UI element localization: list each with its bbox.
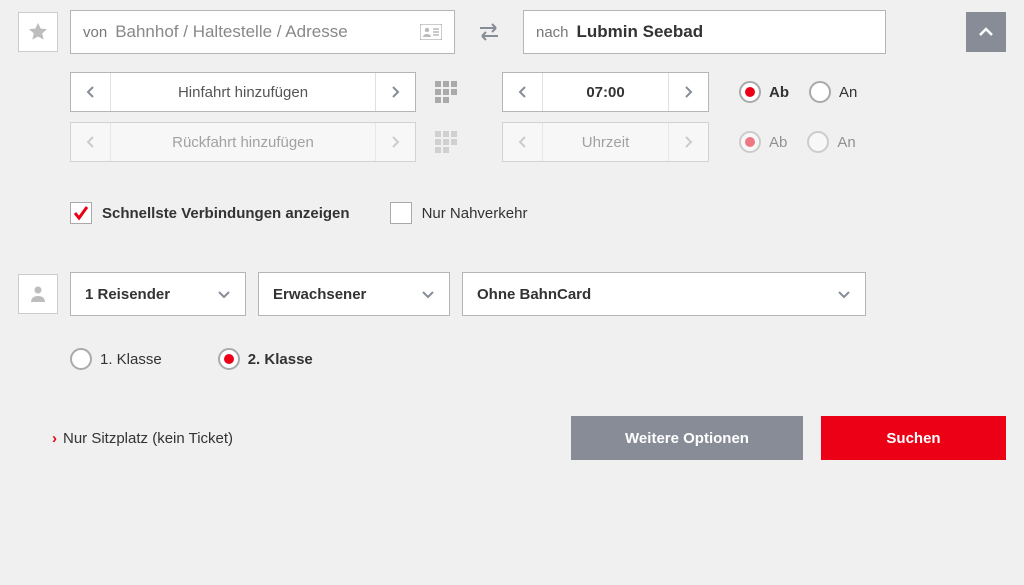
return-depart-arrive: Ab An	[739, 131, 856, 153]
chevron-right-icon	[391, 135, 400, 149]
return-time-stepper: Uhrzeit	[502, 122, 709, 162]
an-label: An	[837, 134, 855, 151]
chevron-right-icon	[391, 85, 400, 99]
more-options-button[interactable]: Weitere Optionen	[571, 416, 803, 460]
outbound-date-prev[interactable]	[71, 73, 111, 111]
traveler-count-select[interactable]: 1 Reisender	[70, 272, 246, 316]
chevron-right-icon	[684, 85, 693, 99]
from-placeholder: Bahnhof / Haltestelle / Adresse	[115, 22, 347, 42]
more-options-label: Weitere Optionen	[625, 430, 749, 447]
first-class-label: 1. Klasse	[100, 351, 162, 368]
chevron-left-icon	[86, 85, 95, 99]
search-button[interactable]: Suchen	[821, 416, 1006, 460]
return-time-prev	[503, 123, 543, 161]
traveler-count-label: 1 Reisender	[85, 286, 170, 303]
star-icon	[27, 21, 49, 43]
radio-icon	[739, 131, 761, 153]
chevron-left-icon	[518, 85, 527, 99]
an-label: An	[839, 84, 857, 101]
chevron-right-icon	[684, 135, 693, 149]
outbound-time-stepper[interactable]: 07:00	[502, 72, 709, 112]
outbound-time: 07:00	[543, 73, 668, 111]
local-label: Nur Nahverkehr	[422, 205, 528, 222]
outbound-date-label: Hinfahrt hinzufügen	[111, 73, 375, 111]
radio-icon	[218, 348, 240, 370]
fastest-checkbox[interactable]: Schnellste Verbindungen anzeigen	[70, 202, 350, 224]
swap-icon	[476, 21, 502, 43]
radio-icon	[70, 348, 92, 370]
second-class-label: 2. Klasse	[248, 351, 313, 368]
local-checkbox[interactable]: Nur Nahverkehr	[390, 202, 528, 224]
return-time-placeholder: Uhrzeit	[543, 123, 668, 161]
seat-only-link[interactable]: › Nur Sitzplatz (kein Ticket)	[52, 430, 233, 447]
checkbox-icon	[70, 202, 92, 224]
return-date-prev	[71, 123, 111, 161]
calendar-icon	[435, 81, 461, 103]
bahncard-select[interactable]: Ohne BahnCard	[462, 272, 866, 316]
return-calendar-button	[428, 122, 468, 162]
return-date-stepper[interactable]: Rückfahrt hinzufügen	[70, 122, 416, 162]
chevron-down-icon	[421, 290, 435, 299]
ab-label: Ab	[769, 134, 787, 151]
traveler-type-label: Erwachsener	[273, 286, 366, 303]
second-class-radio[interactable]: 2. Klasse	[218, 348, 313, 370]
fastest-label: Schnellste Verbindungen anzeigen	[102, 205, 350, 222]
chevron-left-icon	[86, 135, 95, 149]
return-an-radio: An	[807, 131, 855, 153]
caret-right-icon: ›	[52, 430, 57, 447]
checkmark-icon	[72, 204, 90, 222]
checkbox-icon	[390, 202, 412, 224]
person-icon	[28, 284, 48, 304]
chevron-up-icon	[978, 27, 994, 37]
return-date-label: Rückfahrt hinzufügen	[111, 123, 375, 161]
traveler-icon-box	[18, 274, 58, 314]
search-label: Suchen	[886, 430, 940, 447]
outbound-time-prev[interactable]	[503, 73, 543, 111]
radio-icon	[739, 81, 761, 103]
ab-label: Ab	[769, 84, 789, 101]
radio-icon	[809, 81, 831, 103]
to-value: Lubmin Seebad	[577, 22, 704, 42]
outbound-date-next[interactable]	[375, 73, 415, 111]
outbound-an-radio[interactable]: An	[809, 81, 857, 103]
return-date-next	[375, 123, 415, 161]
outbound-time-next[interactable]	[668, 73, 708, 111]
collapse-button[interactable]	[966, 12, 1006, 52]
to-prefix: nach	[536, 24, 569, 41]
bahncard-label: Ohne BahnCard	[477, 286, 591, 303]
chevron-down-icon	[217, 290, 231, 299]
to-input[interactable]: nach Lubmin Seebad	[523, 10, 886, 54]
swap-button[interactable]	[467, 10, 511, 54]
favorite-button[interactable]	[18, 12, 58, 52]
first-class-radio[interactable]: 1. Klasse	[70, 348, 162, 370]
traveler-type-select[interactable]: Erwachsener	[258, 272, 450, 316]
from-input[interactable]: von Bahnhof / Haltestelle / Adresse	[70, 10, 455, 54]
from-prefix: von	[83, 24, 107, 41]
chevron-down-icon	[837, 290, 851, 299]
outbound-depart-arrive: Ab An	[739, 81, 857, 103]
contacts-icon[interactable]	[420, 24, 442, 40]
return-ab-radio: Ab	[739, 131, 787, 153]
outbound-ab-radio[interactable]: Ab	[739, 81, 789, 103]
return-time-next	[668, 123, 708, 161]
calendar-icon	[435, 131, 461, 153]
chevron-left-icon	[518, 135, 527, 149]
outbound-date-stepper[interactable]: Hinfahrt hinzufügen	[70, 72, 416, 112]
radio-icon	[807, 131, 829, 153]
seat-only-label: Nur Sitzplatz (kein Ticket)	[63, 430, 233, 447]
outbound-calendar-button[interactable]	[428, 72, 468, 112]
